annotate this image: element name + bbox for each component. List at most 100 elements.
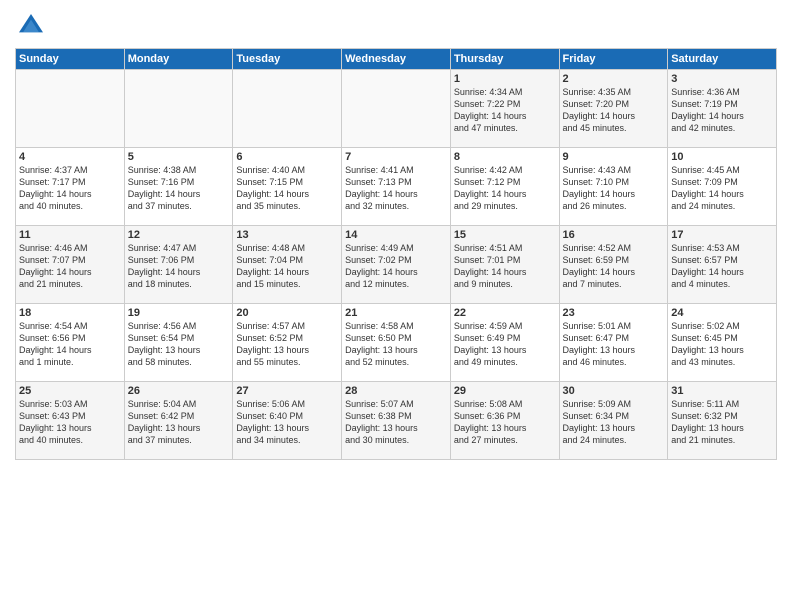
calendar-cell: 18Sunrise: 4:54 AM Sunset: 6:56 PM Dayli…: [16, 304, 125, 382]
weekday-header: Sunday: [16, 49, 125, 70]
day-info: Sunrise: 4:58 AM Sunset: 6:50 PM Dayligh…: [345, 320, 447, 369]
calendar-cell: 21Sunrise: 4:58 AM Sunset: 6:50 PM Dayli…: [342, 304, 451, 382]
calendar-week-row: 25Sunrise: 5:03 AM Sunset: 6:43 PM Dayli…: [16, 382, 777, 460]
calendar-cell: 10Sunrise: 4:45 AM Sunset: 7:09 PM Dayli…: [668, 148, 777, 226]
day-info: Sunrise: 4:45 AM Sunset: 7:09 PM Dayligh…: [671, 164, 773, 213]
day-info: Sunrise: 4:51 AM Sunset: 7:01 PM Dayligh…: [454, 242, 556, 291]
day-number: 9: [563, 151, 665, 163]
day-info: Sunrise: 4:52 AM Sunset: 6:59 PM Dayligh…: [563, 242, 665, 291]
day-info: Sunrise: 4:57 AM Sunset: 6:52 PM Dayligh…: [236, 320, 338, 369]
day-info: Sunrise: 5:03 AM Sunset: 6:43 PM Dayligh…: [19, 398, 121, 447]
day-number: 12: [128, 229, 230, 241]
day-info: Sunrise: 4:40 AM Sunset: 7:15 PM Dayligh…: [236, 164, 338, 213]
calendar-cell: [342, 70, 451, 148]
calendar-cell: 8Sunrise: 4:42 AM Sunset: 7:12 PM Daylig…: [450, 148, 559, 226]
calendar-cell: 4Sunrise: 4:37 AM Sunset: 7:17 PM Daylig…: [16, 148, 125, 226]
day-info: Sunrise: 5:11 AM Sunset: 6:32 PM Dayligh…: [671, 398, 773, 447]
day-number: 7: [345, 151, 447, 163]
logo-icon: [15, 10, 47, 42]
day-info: Sunrise: 4:43 AM Sunset: 7:10 PM Dayligh…: [563, 164, 665, 213]
calendar-table: SundayMondayTuesdayWednesdayThursdayFrid…: [15, 48, 777, 460]
day-info: Sunrise: 4:37 AM Sunset: 7:17 PM Dayligh…: [19, 164, 121, 213]
day-number: 16: [563, 229, 665, 241]
day-number: 2: [563, 73, 665, 85]
day-number: 23: [563, 307, 665, 319]
day-number: 8: [454, 151, 556, 163]
weekday-header: Friday: [559, 49, 668, 70]
calendar-cell: 22Sunrise: 4:59 AM Sunset: 6:49 PM Dayli…: [450, 304, 559, 382]
day-info: Sunrise: 4:35 AM Sunset: 7:20 PM Dayligh…: [563, 86, 665, 135]
calendar-cell: 14Sunrise: 4:49 AM Sunset: 7:02 PM Dayli…: [342, 226, 451, 304]
calendar-cell: 6Sunrise: 4:40 AM Sunset: 7:15 PM Daylig…: [233, 148, 342, 226]
day-number: 17: [671, 229, 773, 241]
day-number: 13: [236, 229, 338, 241]
calendar-cell: 5Sunrise: 4:38 AM Sunset: 7:16 PM Daylig…: [124, 148, 233, 226]
calendar-cell: [124, 70, 233, 148]
calendar-cell: 24Sunrise: 5:02 AM Sunset: 6:45 PM Dayli…: [668, 304, 777, 382]
day-number: 24: [671, 307, 773, 319]
weekday-header: Thursday: [450, 49, 559, 70]
calendar-cell: [233, 70, 342, 148]
calendar-cell: 16Sunrise: 4:52 AM Sunset: 6:59 PM Dayli…: [559, 226, 668, 304]
day-number: 22: [454, 307, 556, 319]
calendar-cell: [16, 70, 125, 148]
calendar-cell: 1Sunrise: 4:34 AM Sunset: 7:22 PM Daylig…: [450, 70, 559, 148]
day-info: Sunrise: 4:34 AM Sunset: 7:22 PM Dayligh…: [454, 86, 556, 135]
calendar-cell: 2Sunrise: 4:35 AM Sunset: 7:20 PM Daylig…: [559, 70, 668, 148]
calendar-week-row: 18Sunrise: 4:54 AM Sunset: 6:56 PM Dayli…: [16, 304, 777, 382]
day-number: 26: [128, 385, 230, 397]
weekday-header: Tuesday: [233, 49, 342, 70]
day-info: Sunrise: 4:49 AM Sunset: 7:02 PM Dayligh…: [345, 242, 447, 291]
weekday-header: Wednesday: [342, 49, 451, 70]
logo: [15, 10, 51, 42]
day-info: Sunrise: 4:47 AM Sunset: 7:06 PM Dayligh…: [128, 242, 230, 291]
calendar-cell: 30Sunrise: 5:09 AM Sunset: 6:34 PM Dayli…: [559, 382, 668, 460]
calendar-cell: 11Sunrise: 4:46 AM Sunset: 7:07 PM Dayli…: [16, 226, 125, 304]
calendar-cell: 15Sunrise: 4:51 AM Sunset: 7:01 PM Dayli…: [450, 226, 559, 304]
day-info: Sunrise: 4:53 AM Sunset: 6:57 PM Dayligh…: [671, 242, 773, 291]
day-info: Sunrise: 5:07 AM Sunset: 6:38 PM Dayligh…: [345, 398, 447, 447]
day-number: 21: [345, 307, 447, 319]
page: SundayMondayTuesdayWednesdayThursdayFrid…: [0, 0, 792, 612]
day-info: Sunrise: 5:02 AM Sunset: 6:45 PM Dayligh…: [671, 320, 773, 369]
calendar-cell: 28Sunrise: 5:07 AM Sunset: 6:38 PM Dayli…: [342, 382, 451, 460]
day-number: 14: [345, 229, 447, 241]
calendar-cell: 27Sunrise: 5:06 AM Sunset: 6:40 PM Dayli…: [233, 382, 342, 460]
day-number: 19: [128, 307, 230, 319]
day-number: 29: [454, 385, 556, 397]
day-info: Sunrise: 5:01 AM Sunset: 6:47 PM Dayligh…: [563, 320, 665, 369]
calendar-cell: 7Sunrise: 4:41 AM Sunset: 7:13 PM Daylig…: [342, 148, 451, 226]
calendar-cell: 19Sunrise: 4:56 AM Sunset: 6:54 PM Dayli…: [124, 304, 233, 382]
day-info: Sunrise: 4:36 AM Sunset: 7:19 PM Dayligh…: [671, 86, 773, 135]
day-info: Sunrise: 4:48 AM Sunset: 7:04 PM Dayligh…: [236, 242, 338, 291]
calendar-cell: 3Sunrise: 4:36 AM Sunset: 7:19 PM Daylig…: [668, 70, 777, 148]
day-number: 25: [19, 385, 121, 397]
day-number: 15: [454, 229, 556, 241]
weekday-header: Monday: [124, 49, 233, 70]
day-info: Sunrise: 4:41 AM Sunset: 7:13 PM Dayligh…: [345, 164, 447, 213]
calendar-cell: 31Sunrise: 5:11 AM Sunset: 6:32 PM Dayli…: [668, 382, 777, 460]
calendar-week-row: 4Sunrise: 4:37 AM Sunset: 7:17 PM Daylig…: [16, 148, 777, 226]
calendar-week-row: 11Sunrise: 4:46 AM Sunset: 7:07 PM Dayli…: [16, 226, 777, 304]
calendar-cell: 12Sunrise: 4:47 AM Sunset: 7:06 PM Dayli…: [124, 226, 233, 304]
calendar-cell: 23Sunrise: 5:01 AM Sunset: 6:47 PM Dayli…: [559, 304, 668, 382]
day-number: 27: [236, 385, 338, 397]
day-info: Sunrise: 4:56 AM Sunset: 6:54 PM Dayligh…: [128, 320, 230, 369]
day-number: 11: [19, 229, 121, 241]
calendar-cell: 20Sunrise: 4:57 AM Sunset: 6:52 PM Dayli…: [233, 304, 342, 382]
day-info: Sunrise: 4:46 AM Sunset: 7:07 PM Dayligh…: [19, 242, 121, 291]
day-number: 18: [19, 307, 121, 319]
calendar-cell: 13Sunrise: 4:48 AM Sunset: 7:04 PM Dayli…: [233, 226, 342, 304]
day-number: 20: [236, 307, 338, 319]
day-number: 5: [128, 151, 230, 163]
calendar-cell: 9Sunrise: 4:43 AM Sunset: 7:10 PM Daylig…: [559, 148, 668, 226]
day-number: 1: [454, 73, 556, 85]
day-number: 30: [563, 385, 665, 397]
day-number: 3: [671, 73, 773, 85]
day-info: Sunrise: 4:54 AM Sunset: 6:56 PM Dayligh…: [19, 320, 121, 369]
weekday-header-row: SundayMondayTuesdayWednesdayThursdayFrid…: [16, 49, 777, 70]
day-number: 10: [671, 151, 773, 163]
day-number: 28: [345, 385, 447, 397]
header: [15, 10, 777, 42]
day-info: Sunrise: 5:09 AM Sunset: 6:34 PM Dayligh…: [563, 398, 665, 447]
